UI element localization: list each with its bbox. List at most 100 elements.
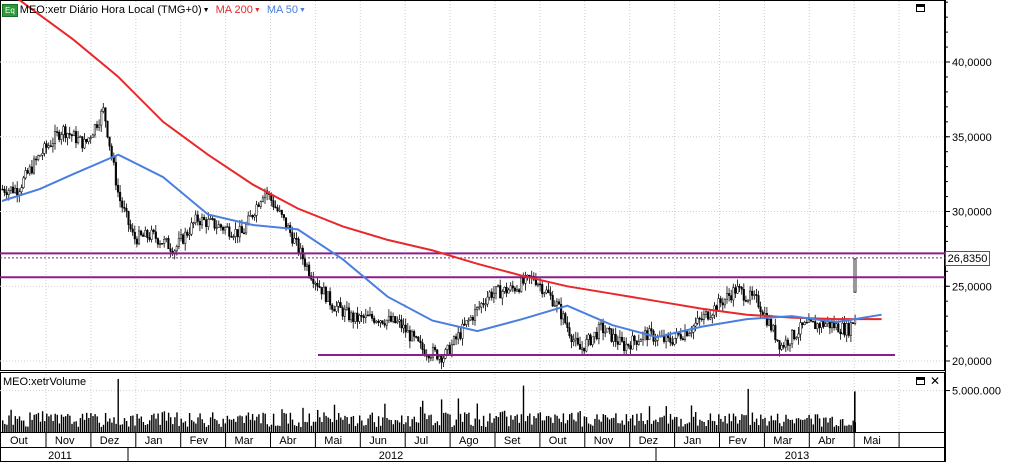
volume-bar	[852, 420, 854, 432]
volume-bar	[684, 424, 686, 432]
volume-bar	[434, 422, 436, 432]
volume-bar	[443, 412, 445, 432]
volume-bar	[839, 419, 842, 432]
candle-body	[782, 345, 785, 348]
volume-bar	[722, 421, 724, 432]
candle-body	[245, 224, 248, 234]
volume-bar	[262, 412, 264, 432]
volume-bar	[711, 420, 714, 432]
candle-body	[572, 339, 575, 343]
candle-body	[791, 329, 794, 345]
volume-bar	[369, 414, 371, 432]
volume-bar	[766, 425, 768, 432]
volume-bar	[197, 417, 199, 432]
candle-body	[116, 184, 120, 193]
volume-bar	[466, 414, 468, 432]
year-label-0: 2011	[48, 450, 72, 462]
candle-body	[287, 225, 290, 228]
candle-body	[576, 337, 579, 345]
volume-bar	[833, 426, 835, 432]
ma50-label[interactable]: MA 50	[267, 4, 298, 16]
equity-badge[interactable]: Eq	[2, 3, 18, 17]
volume-bar	[457, 398, 460, 432]
volume-bar	[800, 419, 802, 432]
volume-bar	[350, 416, 352, 432]
volume-bar	[199, 413, 201, 432]
candle-body	[87, 137, 90, 142]
ma200-dropdown-icon[interactable]: ▼	[254, 7, 261, 14]
candle-body	[593, 331, 596, 338]
volume-bar	[203, 423, 205, 432]
candle-body	[413, 331, 416, 337]
volume-bar	[831, 416, 833, 432]
volume-bar	[25, 426, 27, 432]
volume-bar	[371, 412, 373, 432]
candle-body	[377, 320, 380, 323]
candle-body	[847, 323, 850, 336]
volume-bar	[407, 415, 409, 432]
volume-bar	[707, 420, 709, 432]
candle-body	[830, 322, 834, 329]
volume-bar	[245, 415, 247, 432]
volume-bar	[146, 424, 149, 432]
maximize-volume-panel-icon[interactable]	[916, 377, 925, 385]
candle-body	[5, 192, 8, 195]
volume-bar	[92, 416, 94, 432]
maximize-price-panel-icon[interactable]	[916, 4, 925, 12]
candle-body	[3, 188, 6, 193]
candle-body	[341, 307, 344, 317]
month-label-6: Abr	[279, 435, 296, 447]
last-price-label: 26,8350	[945, 251, 990, 266]
candle-body	[137, 230, 141, 245]
candle-body	[274, 206, 277, 209]
close-volume-panel-icon[interactable]: ✕	[930, 375, 940, 387]
candle-body	[125, 207, 128, 212]
candle-body	[119, 191, 122, 202]
volume-bar	[214, 418, 216, 432]
volume-bar	[827, 422, 829, 432]
candle-body	[469, 317, 472, 321]
volume-bar	[12, 424, 14, 432]
candle-body	[198, 221, 201, 226]
candle-body	[673, 338, 676, 345]
candle-body	[207, 218, 210, 228]
candle-body	[295, 238, 298, 240]
candle-body	[240, 226, 243, 234]
volume-bar	[671, 419, 674, 432]
ma50-dropdown-icon[interactable]: ▼	[299, 7, 306, 14]
candle-body	[749, 290, 752, 301]
candle-body	[209, 218, 212, 220]
candle-body	[148, 237, 151, 240]
candle-body	[53, 131, 57, 144]
candle-body	[100, 111, 103, 126]
candle-body	[192, 222, 195, 225]
volume-bar	[182, 422, 184, 432]
volume-bar	[413, 416, 415, 432]
volume-bar	[300, 426, 302, 432]
candle-body	[196, 214, 199, 222]
candle-body	[234, 229, 237, 237]
candle-body	[440, 355, 443, 363]
ma200-label[interactable]: MA 200	[216, 4, 253, 16]
volume-bar	[657, 421, 659, 432]
symbol-label[interactable]: MEO:xetr Diário Hora Local (TMG+0)	[20, 4, 202, 16]
volume-bar	[216, 420, 218, 432]
candle-body	[177, 238, 180, 247]
volume-bar	[579, 411, 581, 432]
volume-bar	[705, 426, 707, 432]
symbol-dropdown-icon[interactable]: ▼	[203, 7, 210, 14]
candle-body	[555, 301, 558, 306]
candle-body	[104, 107, 107, 122]
candle-body	[772, 325, 775, 331]
volume-bar	[552, 422, 554, 432]
candle-body	[389, 316, 393, 322]
volume-bar	[497, 417, 499, 432]
volume-bar	[16, 418, 19, 432]
volume-bar	[682, 426, 684, 432]
candle-body	[56, 131, 59, 133]
volume-bar	[464, 412, 466, 432]
volume-bar	[251, 414, 254, 432]
candle-body	[541, 284, 544, 294]
candle-body	[421, 342, 424, 350]
volume-bar	[380, 425, 382, 432]
